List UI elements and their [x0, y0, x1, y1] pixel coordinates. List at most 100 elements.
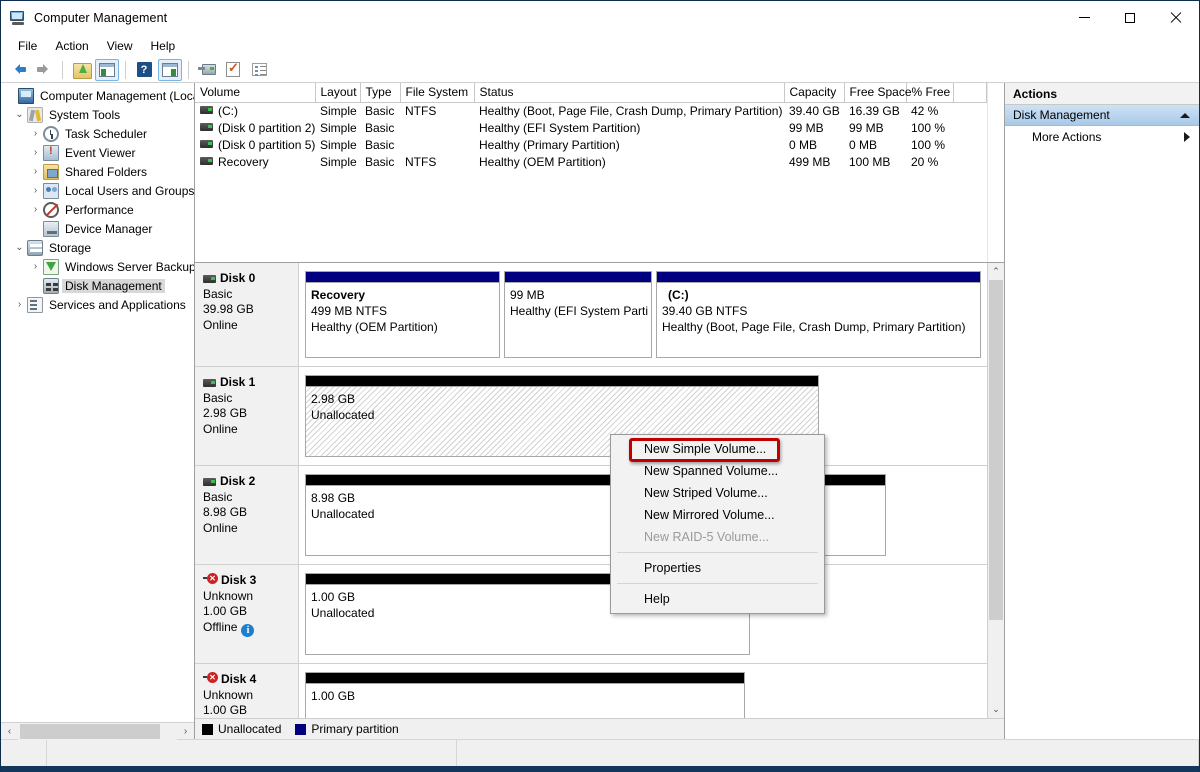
device-manager-icon: [43, 221, 59, 237]
rescan-disks-icon[interactable]: [195, 59, 219, 81]
tree-item-shared-folders[interactable]: › Shared Folders: [1, 162, 194, 181]
menu-view[interactable]: View: [98, 36, 142, 56]
partition-block[interactable]: Recovery 499 MB NTFS Healthy (OEM Partit…: [305, 271, 500, 358]
tree-item-label: Computer Management (Local: [37, 89, 194, 103]
table-row[interactable]: Recovery Simple Basic NTFS Healthy (OEM …: [195, 153, 987, 170]
tree-item-local-users-and-groups[interactable]: › Local Users and Groups: [1, 181, 194, 200]
tree-twisty[interactable]: ›: [28, 185, 43, 196]
back-icon[interactable]: [6, 59, 30, 81]
volume-list-vertical-scrollbar[interactable]: [987, 83, 1004, 262]
context-menu-item-new-simple-volume[interactable]: New Simple Volume...: [611, 438, 824, 460]
column-header-volume[interactable]: Volume: [195, 83, 315, 102]
disk-map-vertical-scrollbar[interactable]: ⌃ ⌄: [987, 263, 1004, 718]
disk-header[interactable]: Disk 1 Basic 2.98 GB Online: [195, 367, 299, 465]
volume-label: (Disk 0 partition 5): [218, 138, 315, 152]
tree-twisty[interactable]: ›: [28, 204, 43, 215]
tree-item-services-and-applications[interactable]: › Services and Applications: [1, 295, 194, 314]
tree-item-device-manager[interactable]: Device Manager: [1, 219, 194, 238]
maximize-button[interactable]: [1107, 1, 1153, 34]
scroll-right-icon[interactable]: ›: [177, 723, 194, 740]
disk-management-icon: [43, 278, 59, 294]
disk-state: Offline: [203, 620, 237, 634]
column-header-file-system[interactable]: File System: [400, 83, 474, 102]
disk-row[interactable]: Disk 2 Basic 8.98 GB Online 8.98 GB: [195, 466, 987, 565]
options-icon[interactable]: [247, 59, 271, 81]
close-button[interactable]: [1153, 1, 1199, 34]
cell-free-space: 99 MB: [844, 119, 906, 136]
scroll-up-icon[interactable]: ⌃: [988, 263, 1004, 280]
context-menu-item-new-mirrored-volume[interactable]: New Mirrored Volume...: [611, 504, 824, 526]
disk-row[interactable]: Disk 3 Unknown 1.00 GB Offlinei: [195, 565, 987, 664]
partition-block-unallocated[interactable]: 1.00 GB: [305, 672, 745, 718]
column-header-blank[interactable]: [953, 83, 987, 102]
table-row[interactable]: (C:) Simple Basic NTFS Healthy (Boot, Pa…: [195, 102, 987, 119]
tree-item-event-viewer[interactable]: › Event Viewer: [1, 143, 194, 162]
tree-item-storage[interactable]: ⌄ Storage: [1, 238, 194, 257]
context-menu-item-new-striped-volume[interactable]: New Striped Volume...: [611, 482, 824, 504]
partition-color-bar: [306, 376, 818, 387]
tree-twisty[interactable]: ›: [28, 128, 43, 139]
scrollbar-thumb[interactable]: [20, 724, 160, 739]
action-more-actions[interactable]: More Actions: [1005, 126, 1199, 148]
tree-item-disk-management[interactable]: Disk Management: [1, 276, 194, 295]
table-row[interactable]: (Disk 0 partition 2) Simple Basic Health…: [195, 119, 987, 136]
column-header-layout[interactable]: Layout: [315, 83, 360, 102]
chevron-up-icon[interactable]: [1180, 113, 1190, 118]
context-menu-item-new-spanned-volume[interactable]: New Spanned Volume...: [611, 460, 824, 482]
chevron-right-icon[interactable]: [1184, 132, 1190, 142]
menu-file[interactable]: File: [9, 36, 46, 56]
context-menu-item-help[interactable]: Help: [611, 588, 824, 610]
column-header-type[interactable]: Type: [360, 83, 400, 102]
tree-twisty[interactable]: ⌄: [12, 242, 27, 253]
scrollbar-thumb[interactable]: [989, 280, 1003, 620]
tree-item-windows-server-backup[interactable]: › Windows Server Backup: [1, 257, 194, 276]
scroll-left-icon[interactable]: ‹: [1, 723, 18, 740]
tree-twisty[interactable]: ⌄: [12, 109, 27, 120]
help-icon[interactable]: ?: [132, 59, 156, 81]
table-row[interactable]: (Disk 0 partition 5) Simple Basic Health…: [195, 136, 987, 153]
disk-row[interactable]: Disk 1 Basic 2.98 GB Online 2.98 GB: [195, 367, 987, 466]
tree-twisty[interactable]: ›: [28, 261, 43, 272]
tree-item-performance[interactable]: › Performance: [1, 200, 194, 219]
tree-item-label: Disk Management: [62, 279, 165, 293]
tree-twisty[interactable]: ›: [12, 299, 27, 310]
tree-horizontal-scrollbar[interactable]: ‹ ›: [1, 722, 194, 739]
disk-header[interactable]: Disk 4 Unknown 1.00 GB: [195, 664, 299, 718]
minimize-button[interactable]: [1061, 1, 1107, 34]
tree-twisty[interactable]: ›: [28, 166, 43, 177]
column-header-free-space[interactable]: Free Space: [844, 83, 906, 102]
scrollbar-track[interactable]: [18, 723, 177, 740]
disk-header[interactable]: Disk 3 Unknown 1.00 GB Offlinei: [195, 565, 299, 663]
status-cell-2: [47, 740, 457, 766]
scroll-down-icon[interactable]: ⌄: [988, 701, 1004, 718]
forward-icon[interactable]: [32, 59, 56, 81]
disk-title: Disk 2: [203, 474, 298, 490]
scrollbar-track[interactable]: [988, 280, 1004, 701]
disk-header[interactable]: Disk 2 Basic 8.98 GB Online: [195, 466, 299, 564]
partition-block[interactable]: (C:) 39.40 GB NTFS Healthy (Boot, Page F…: [656, 271, 981, 358]
context-menu-item-properties[interactable]: Properties: [611, 557, 824, 579]
column-header-pct-free[interactable]: % Free: [906, 83, 953, 102]
show-hide-action-pane-icon[interactable]: [158, 59, 182, 81]
tree-twisty[interactable]: ›: [28, 147, 43, 158]
show-hide-console-tree-icon[interactable]: [95, 59, 119, 81]
context-menu-separator: [617, 583, 818, 584]
disk-row[interactable]: Disk 0 Basic 39.98 GB Online Recovery: [195, 263, 987, 367]
disk-state: Online: [203, 521, 298, 537]
tree-item-system-tools[interactable]: ⌄ System Tools: [1, 105, 194, 124]
context-menu: New Simple Volume... New Spanned Volume.…: [610, 434, 825, 614]
actions-group-disk-management[interactable]: Disk Management: [1005, 105, 1199, 126]
menu-action[interactable]: Action: [46, 36, 97, 56]
tree-item-task-scheduler[interactable]: › Task Scheduler: [1, 124, 194, 143]
info-icon[interactable]: i: [241, 624, 254, 637]
up-one-level-icon[interactable]: [69, 59, 93, 81]
menu-help[interactable]: Help: [142, 36, 185, 56]
properties-icon[interactable]: [221, 59, 245, 81]
column-header-capacity[interactable]: Capacity: [784, 83, 844, 102]
column-header-status[interactable]: Status: [474, 83, 784, 102]
disk-state: Online: [203, 318, 298, 334]
tree-item-computer-management[interactable]: Computer Management (Local: [1, 86, 194, 105]
disk-row[interactable]: Disk 4 Unknown 1.00 GB 1.00 GB: [195, 664, 987, 718]
disk-header[interactable]: Disk 0 Basic 39.98 GB Online: [195, 263, 299, 366]
partition-block[interactable]: 99 MB Healthy (EFI System Parti: [504, 271, 652, 358]
